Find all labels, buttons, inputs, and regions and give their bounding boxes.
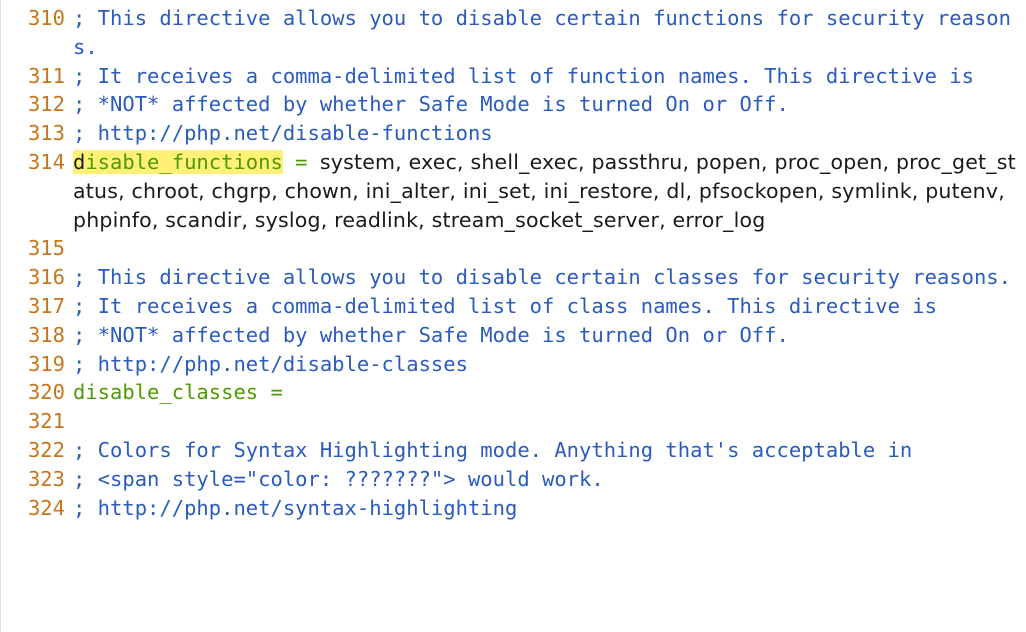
- code-line-current[interactable]: 314 disable_functions = system, exec, sh…: [1, 148, 1019, 234]
- text-cursor: d: [73, 149, 86, 174]
- line-number: 323: [27, 466, 65, 491]
- line-number: 320: [27, 380, 65, 405]
- line-number: 321: [27, 409, 65, 434]
- code-line[interactable]: 322 ; Colors for Syntax Highlighting mod…: [1, 436, 1019, 465]
- comment-text: ; http://php.net/disable-classes: [73, 351, 468, 376]
- comment-text: ; This directive allows you to disable c…: [73, 265, 1011, 290]
- comment-text: ; <span style="color: ???????"> would wo…: [73, 466, 604, 491]
- line-number: 314: [27, 149, 65, 174]
- code-line[interactable]: 321: [1, 407, 1019, 436]
- line-number: 322: [27, 437, 65, 462]
- comment-text: ; http://php.net/syntax-highlighting: [73, 495, 518, 520]
- equals-sign: =: [258, 380, 283, 405]
- search-match-highlight: isable_functions: [85, 149, 283, 174]
- line-number: 316: [27, 265, 65, 290]
- text-editor[interactable]: 310 ; This directive allows you to disab…: [0, 0, 1026, 632]
- code-line[interactable]: 323 ; <span style="color: ???????"> woul…: [1, 465, 1019, 494]
- comment-text: ; It receives a comma-delimited list of …: [73, 293, 937, 318]
- code-line[interactable]: 315: [1, 234, 1019, 263]
- directive-key: disable_classes: [73, 380, 259, 405]
- line-number: 315: [27, 236, 65, 261]
- directive-key: disable_functions: [73, 149, 283, 174]
- comment-text: ; http://php.net/disable-functions: [73, 121, 493, 146]
- line-number: 312: [27, 92, 65, 117]
- comment-text: ; This directive allows you to disable c…: [73, 6, 1011, 59]
- comment-text: ; It receives a comma-delimited list of …: [73, 63, 974, 88]
- code-line[interactable]: 324 ; http://php.net/syntax-highlighting: [1, 494, 1019, 523]
- code-line[interactable]: 313 ; http://php.net/disable-functions: [1, 119, 1019, 148]
- code-line[interactable]: 316 ; This directive allows you to disab…: [1, 263, 1019, 292]
- comment-text: ; *NOT* affected by whether Safe Mode is…: [73, 322, 789, 347]
- line-number: 313: [27, 121, 65, 146]
- code-line[interactable]: 317 ; It receives a comma-delimited list…: [1, 292, 1019, 321]
- code-line[interactable]: 318 ; *NOT* affected by whether Safe Mod…: [1, 321, 1019, 350]
- code-line[interactable]: 312 ; *NOT* affected by whether Safe Mod…: [1, 90, 1019, 119]
- line-number: 318: [27, 322, 65, 347]
- comment-text: ; Colors for Syntax Highlighting mode. A…: [73, 437, 913, 462]
- code-line[interactable]: 311 ; It receives a comma-delimited list…: [1, 62, 1019, 91]
- line-number: 310: [27, 6, 65, 30]
- equals-sign: =: [282, 149, 320, 174]
- code-line[interactable]: 319 ; http://php.net/disable-classes: [1, 350, 1019, 379]
- line-number: 324: [27, 495, 65, 520]
- code-line[interactable]: 310 ; This directive allows you to disab…: [1, 4, 1019, 62]
- line-number: 319: [27, 351, 65, 376]
- line-number: 311: [27, 63, 65, 88]
- line-number: 317: [27, 293, 65, 318]
- comment-text: ; *NOT* affected by whether Safe Mode is…: [73, 92, 789, 117]
- code-line[interactable]: 320 disable_classes =: [1, 378, 1019, 407]
